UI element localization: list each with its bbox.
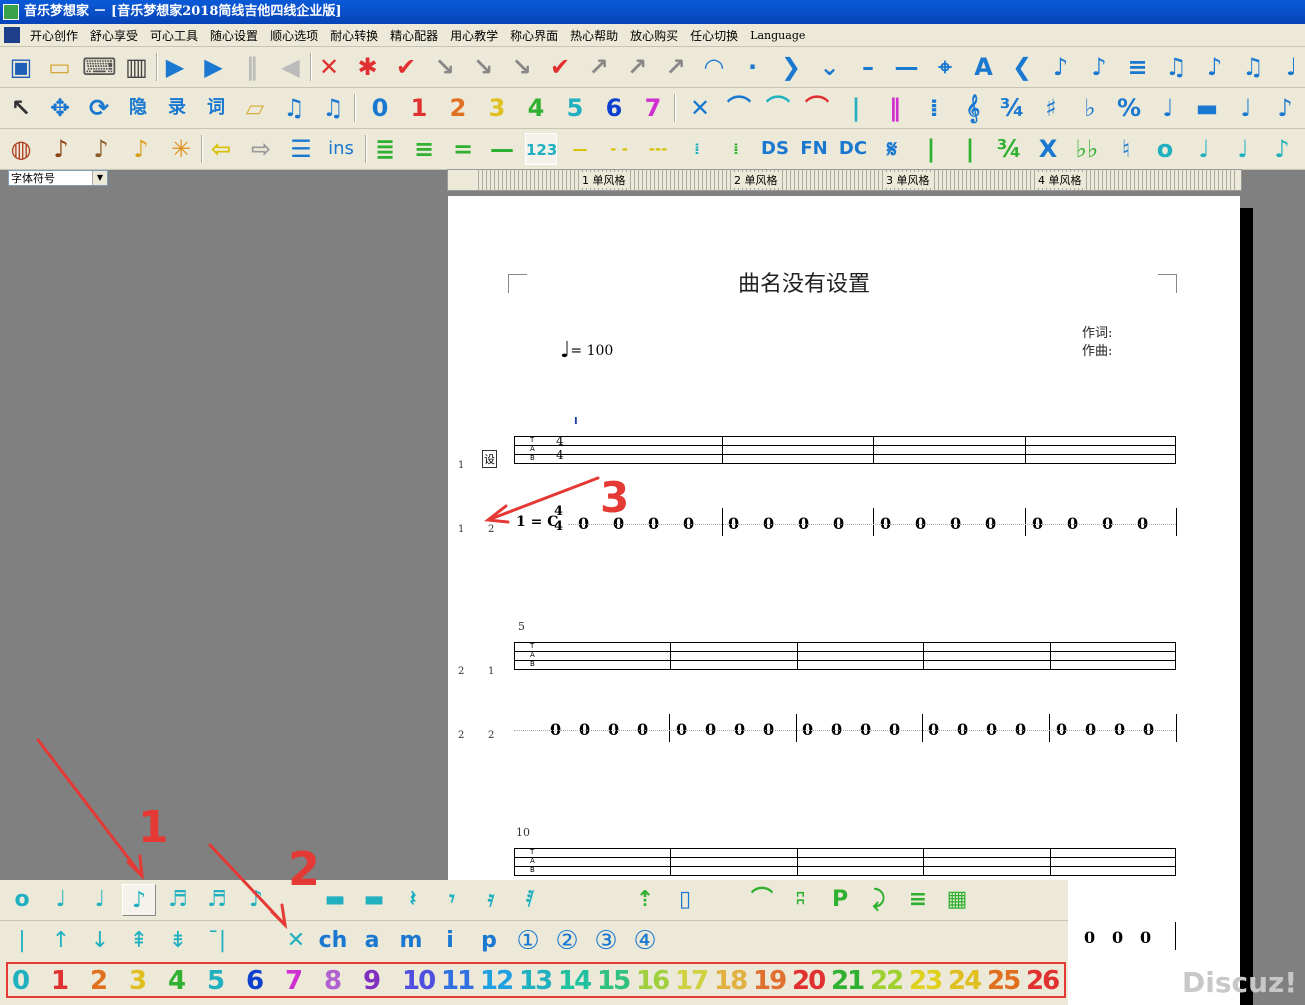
annotation-overlay: 1 2 3 bbox=[36, 473, 629, 930]
discuz-watermark: Discuz! bbox=[1182, 966, 1298, 999]
annotation-label-2: 2 bbox=[288, 842, 320, 896]
annotation-arrow-3 bbox=[486, 476, 600, 522]
rest-note[interactable]: 0 bbox=[1140, 928, 1151, 947]
rest-note[interactable]: 0 bbox=[1112, 928, 1123, 947]
annotation-label-1: 1 bbox=[138, 802, 169, 853]
barline bbox=[1175, 922, 1176, 950]
rest-note[interactable]: 0 bbox=[1084, 928, 1095, 947]
annotation-arrowhead-2 bbox=[270, 903, 288, 930]
annotation-arrow-1 bbox=[36, 738, 144, 878]
annotation-label-3: 3 bbox=[600, 473, 629, 522]
